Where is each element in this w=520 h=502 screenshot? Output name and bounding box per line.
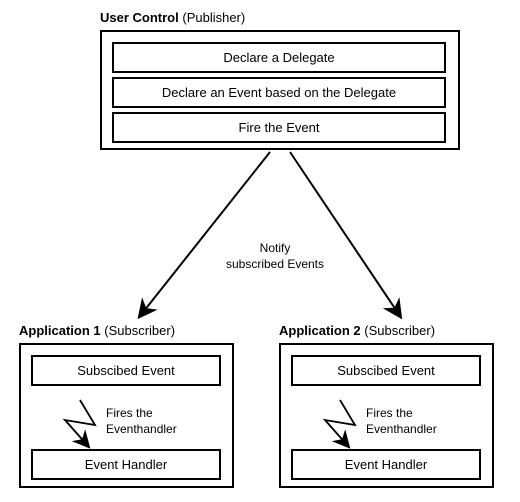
sub2-fire-line2: Eventhandler	[366, 422, 437, 436]
sub1-fire-line1: Fires the	[106, 406, 153, 420]
notify-label: Notify subscribed Events	[195, 240, 355, 272]
notify-line1: Notify	[260, 241, 291, 255]
sub1-title: Application 1 (Subscriber)	[19, 323, 175, 338]
sub1-fire-label: Fires the Eventhandler	[106, 405, 216, 437]
notify-line2: subscribed Events	[226, 257, 324, 271]
sub2-fire-line1: Fires the	[366, 406, 413, 420]
sub2-name: Application 2	[279, 323, 361, 338]
sub1-subscribed-event: Subscibed Event	[31, 355, 221, 386]
sub2-event-handler: Event Handler	[291, 449, 481, 480]
sub2-subscribed-event: Subscibed Event	[291, 355, 481, 386]
sub2-fire-label: Fires the Eventhandler	[366, 405, 476, 437]
sub2-role: (Subscriber)	[364, 323, 435, 338]
sub1-role: (Subscriber)	[104, 323, 175, 338]
sub1-fire-line2: Eventhandler	[106, 422, 177, 436]
sub1-event-handler: Event Handler	[31, 449, 221, 480]
sub1-name: Application 1	[19, 323, 101, 338]
sub2-title: Application 2 (Subscriber)	[279, 323, 435, 338]
diagram-canvas: User Control (Publisher) Declare a Deleg…	[0, 0, 520, 502]
